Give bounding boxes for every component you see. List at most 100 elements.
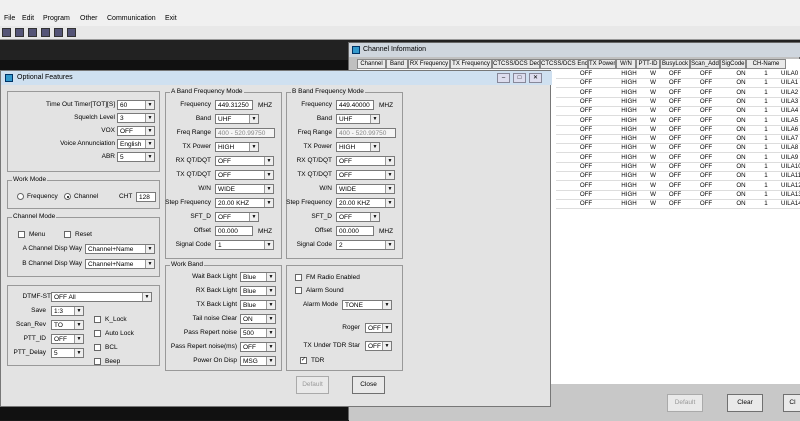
cht-input[interactable]: 128: [136, 192, 156, 202]
channel-radio[interactable]: [64, 193, 71, 200]
table-cell[interactable]: UILA8: [781, 144, 800, 152]
bband-tx-qt-select[interactable]: OFF ▼: [336, 170, 395, 180]
table-cell[interactable]: OFF: [663, 200, 687, 208]
frequency-radio[interactable]: [17, 193, 24, 200]
table-cell[interactable]: ON: [726, 107, 756, 115]
table-cell[interactable]: ON: [726, 89, 756, 97]
table-cell[interactable]: 1: [753, 144, 779, 152]
dtmf-select[interactable]: OFF All ▼: [51, 292, 152, 302]
table-cell[interactable]: W: [643, 191, 663, 199]
menu-edit[interactable]: Edit: [22, 15, 34, 22]
table-cell[interactable]: UILA2: [781, 89, 800, 97]
table-cell[interactable]: OFF: [566, 182, 606, 190]
table-cell[interactable]: UILA3: [781, 98, 800, 106]
table-cell[interactable]: W: [643, 126, 663, 134]
table-cell[interactable]: OFF: [663, 163, 687, 171]
table-cell[interactable]: 1: [753, 135, 779, 143]
column-header[interactable]: CTCSS/DCS Dec: [492, 59, 540, 69]
aband-step-frequency-select[interactable]: 20.00 KHZ ▼: [215, 198, 274, 208]
table-cell[interactable]: OFF: [566, 135, 606, 143]
table-cell[interactable]: OFF: [663, 70, 687, 78]
alarm-mode-select[interactable]: TONE ▼: [342, 300, 392, 310]
table-cell[interactable]: HIGH: [615, 117, 643, 125]
autolock-checkbox[interactable]: [94, 330, 101, 337]
table-cell[interactable]: OFF: [691, 172, 721, 180]
column-header[interactable]: CH-Name: [746, 59, 786, 69]
table-cell[interactable]: HIGH: [615, 144, 643, 152]
table-cell[interactable]: ON: [726, 70, 756, 78]
table-cell[interactable]: 1: [753, 172, 779, 180]
reset-checkbox[interactable]: [64, 231, 71, 238]
table-cell[interactable]: OFF: [663, 79, 687, 87]
tdr-checkbox[interactable]: ✓: [300, 357, 307, 364]
menu-file[interactable]: File: [4, 15, 15, 22]
scan-rev-select[interactable]: TO ▼: [51, 320, 84, 330]
aband-wn-select[interactable]: WIDE ▼: [215, 184, 274, 194]
table-cell[interactable]: ON: [726, 200, 756, 208]
bband-offset-input[interactable]: 00.000: [336, 226, 374, 236]
table-cell[interactable]: OFF: [566, 172, 606, 180]
table-cell[interactable]: ON: [726, 79, 756, 87]
help-icon[interactable]: [67, 28, 76, 37]
klock-checkbox[interactable]: [94, 316, 101, 323]
table-cell[interactable]: UILA11: [781, 172, 800, 180]
channel-default-button[interactable]: Default: [667, 394, 703, 412]
table-cell[interactable]: UILA5: [781, 117, 800, 125]
table-cell[interactable]: HIGH: [615, 107, 643, 115]
table-cell[interactable]: ON: [726, 126, 756, 134]
write-icon[interactable]: [41, 28, 50, 37]
table-cell[interactable]: W: [643, 107, 663, 115]
table-cell[interactable]: OFF: [691, 98, 721, 106]
power-on-disp-select[interactable]: MSG ▼: [240, 356, 276, 366]
table-cell[interactable]: OFF: [566, 79, 606, 87]
table-cell[interactable]: UILA9: [781, 154, 800, 162]
tail-noise-select[interactable]: ON ▼: [240, 314, 276, 324]
menu-checkbox[interactable]: [18, 231, 25, 238]
beep-checkbox[interactable]: [94, 358, 101, 365]
table-cell[interactable]: W: [643, 135, 663, 143]
table-cell[interactable]: W: [643, 98, 663, 106]
table-cell[interactable]: OFF: [691, 135, 721, 143]
table-cell[interactable]: OFF: [566, 89, 606, 97]
table-cell[interactable]: OFF: [566, 144, 606, 152]
table-cell[interactable]: ON: [726, 182, 756, 190]
table-cell[interactable]: HIGH: [615, 191, 643, 199]
table-cell[interactable]: ON: [726, 117, 756, 125]
rx-backlight-select[interactable]: Blue ▼: [240, 286, 276, 296]
table-cell[interactable]: 1: [753, 163, 779, 171]
b-disp-select[interactable]: Channel+Name ▼: [85, 259, 155, 269]
table-cell[interactable]: HIGH: [615, 135, 643, 143]
table-cell[interactable]: HIGH: [615, 172, 643, 180]
column-header[interactable]: BusyLock: [660, 59, 690, 69]
column-header[interactable]: CTCSS/DCS Enc: [540, 59, 588, 69]
table-cell[interactable]: OFF: [663, 154, 687, 162]
ptt-delay-select[interactable]: 5 ▼: [51, 348, 84, 358]
column-header[interactable]: Channel: [357, 59, 386, 69]
minimize-button[interactable]: –: [497, 73, 510, 83]
aband-sft-d-select[interactable]: OFF ▼: [215, 212, 259, 222]
table-cell[interactable]: OFF: [566, 107, 606, 115]
pass-repeat-noise-ms-select[interactable]: OFF ▼: [240, 342, 276, 352]
menu-program[interactable]: Program: [43, 15, 70, 22]
table-cell[interactable]: W: [643, 89, 663, 97]
table-cell[interactable]: OFF: [663, 172, 687, 180]
table-cell[interactable]: UILA10: [781, 163, 800, 171]
menu-exit[interactable]: Exit: [165, 15, 177, 22]
table-cell[interactable]: W: [643, 163, 663, 171]
table-cell[interactable]: ON: [726, 135, 756, 143]
table-cell[interactable]: HIGH: [615, 163, 643, 171]
table-cell[interactable]: HIGH: [615, 98, 643, 106]
table-cell[interactable]: OFF: [691, 126, 721, 134]
table-cell[interactable]: HIGH: [615, 89, 643, 97]
table-cell[interactable]: OFF: [566, 98, 606, 106]
table-cell[interactable]: HIGH: [615, 154, 643, 162]
table-cell[interactable]: UILA7: [781, 135, 800, 143]
table-cell[interactable]: UILA14: [781, 200, 800, 208]
table-cell[interactable]: OFF: [691, 89, 721, 97]
table-cell[interactable]: 1: [753, 98, 779, 106]
default-button[interactable]: Default: [296, 376, 329, 394]
table-cell[interactable]: OFF: [663, 182, 687, 190]
table-cell[interactable]: HIGH: [615, 70, 643, 78]
table-cell[interactable]: OFF: [691, 79, 721, 87]
menu-other[interactable]: Other: [80, 15, 98, 22]
